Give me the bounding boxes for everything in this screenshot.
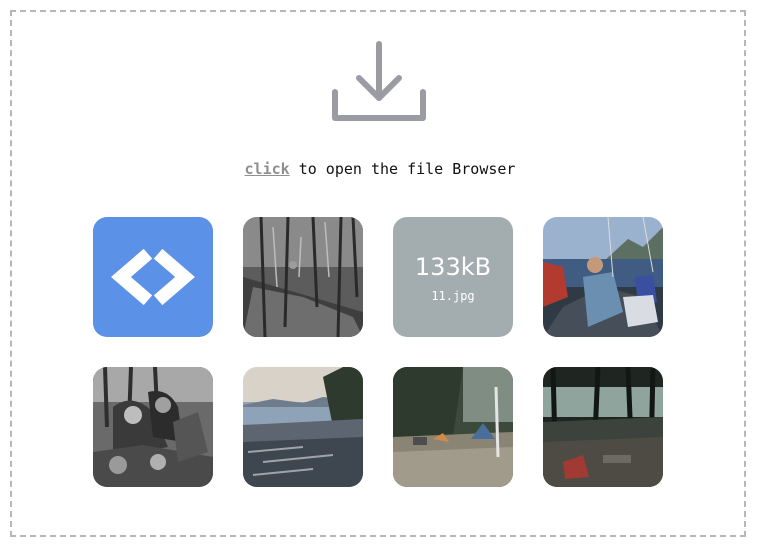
photo-sailboat [543,217,663,337]
file-thumbnail-forest-camp[interactable] [543,367,663,487]
file-thumbnail-code[interactable] [93,217,213,337]
download-tray-icon[interactable] [330,40,428,124]
photo-group-backpacks [93,367,213,487]
code-brackets-icon [111,248,195,306]
photo-forest-hillside [243,217,363,337]
photo-campsite-tent [393,367,513,487]
file-thumbnail-campsite-tent[interactable] [393,367,513,487]
prompt-text: to open the file Browser [289,160,516,178]
file-thumbnail-group-backpacks[interactable] [93,367,213,487]
file-thumbnail-lake-shore[interactable] [243,367,363,487]
open-file-prompt: click to open the file Browser [0,160,760,178]
file-thumbnail-sailboat[interactable] [543,217,663,337]
click-link[interactable]: click [245,160,290,178]
photo-forest-camp [543,367,663,487]
file-thumbnail-size-placeholder[interactable]: 133kB 11.jpg [393,217,513,337]
photo-lake-shore [243,367,363,487]
file-name: 11.jpg [431,289,475,303]
file-thumbnail-forest-hillside[interactable] [243,217,363,337]
file-size: 133kB [414,253,492,281]
